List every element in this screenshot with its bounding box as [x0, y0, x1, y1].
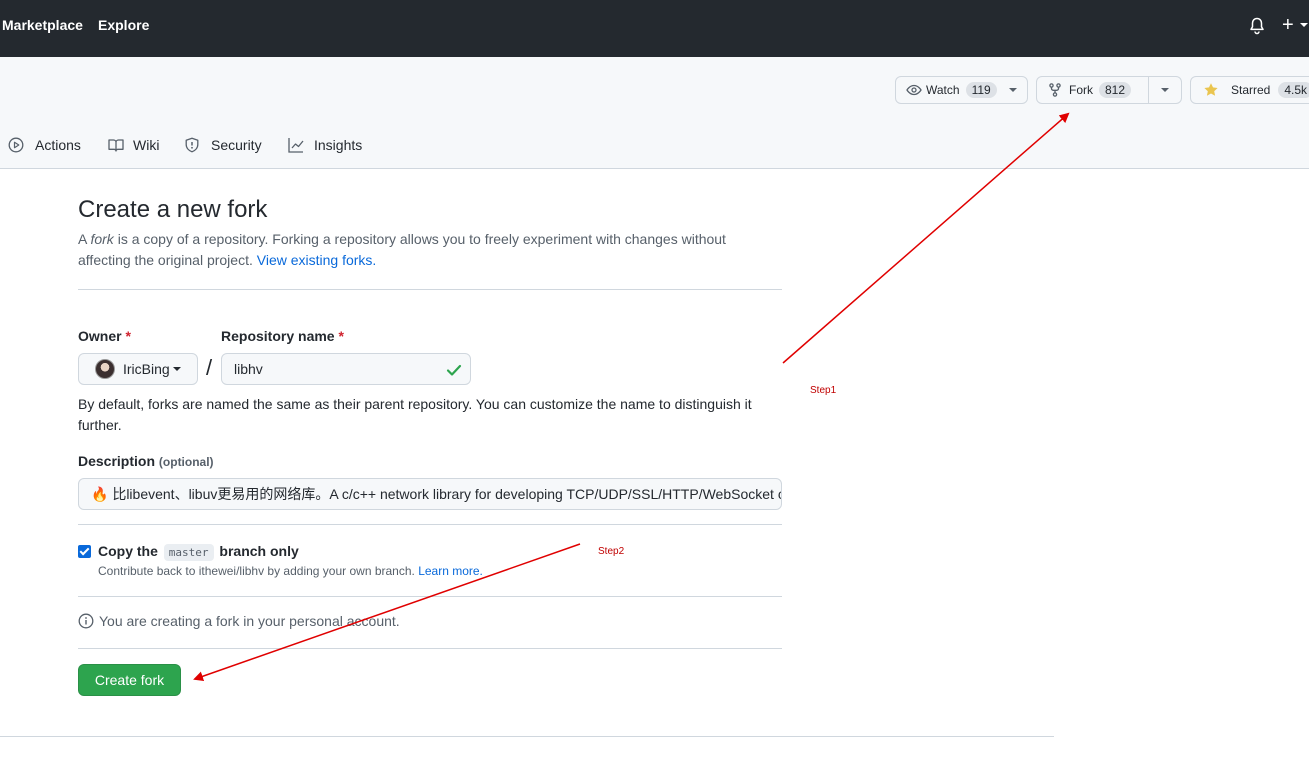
fork-button[interactable]: Fork 812: [1037, 77, 1148, 103]
owner-value: IricBing: [123, 361, 170, 377]
required-mark: *: [338, 328, 344, 344]
chevron-down-icon: [1161, 88, 1169, 92]
view-existing-forks-link[interactable]: View existing forks.: [257, 252, 377, 268]
copy-branch-suffix: branch only: [219, 543, 299, 559]
repository-name-value: libhv: [234, 361, 263, 377]
learn-more-link[interactable]: Learn more.: [418, 564, 483, 578]
chevron-down-icon: [172, 367, 181, 371]
owner-label-text: Owner: [78, 328, 122, 344]
divider: [78, 289, 782, 290]
repo-name-label: Repository name *: [221, 328, 344, 344]
watch-label: Watch: [926, 83, 960, 97]
create-fork-button[interactable]: Create fork: [78, 664, 181, 696]
owner-repo-separator: /: [206, 355, 213, 380]
starred-label: Starred: [1231, 83, 1271, 97]
divider: [78, 524, 782, 525]
lead-emphasis: fork: [90, 231, 114, 247]
copy-branch-note-text: Contribute back to ithewei/libhv by addi…: [98, 564, 419, 578]
nav-explore[interactable]: Explore: [98, 17, 149, 33]
info-message: You are creating a fork in your personal…: [78, 613, 400, 629]
fork-count: 812: [1099, 82, 1132, 98]
copy-branch-label[interactable]: Copy the master branch only: [98, 543, 299, 561]
fork-button-group[interactable]: Fork 812: [1036, 76, 1182, 104]
starred-button[interactable]: Starred 4.5k: [1191, 77, 1309, 103]
chevron-down-icon[interactable]: [1008, 88, 1017, 92]
shield-icon: [185, 137, 199, 153]
info-icon: [78, 613, 94, 629]
avatar: [95, 359, 115, 379]
page-title: Create a new fork: [78, 196, 268, 223]
copy-branch-checkbox[interactable]: [78, 545, 91, 558]
required-mark: *: [125, 328, 131, 344]
tab-label: Insights: [314, 137, 363, 153]
repo-name-label-text: Repository name: [221, 328, 335, 344]
tab-label: Wiki: [133, 137, 160, 153]
page-description: A fork is a copy of a repository. Forkin…: [78, 229, 778, 271]
copy-branch-prefix: Copy the: [98, 543, 158, 559]
description-value: 🔥 比libevent、libuv更易用的网络库。A c/c++ network…: [91, 486, 782, 502]
star-button-group[interactable]: Starred 4.5k: [1190, 76, 1309, 104]
tab-insights[interactable]: Insights: [288, 135, 362, 155]
lead-text: is a copy of a repository. Forking a rep…: [78, 231, 726, 268]
step2-annotation: Step2: [598, 546, 625, 557]
owner-select[interactable]: IricBing: [78, 353, 198, 385]
tab-security[interactable]: Security: [184, 135, 262, 155]
plus-icon[interactable]: +: [1282, 14, 1294, 37]
description-label-text: Description: [78, 453, 156, 469]
copy-branch-note: Contribute back to ithewei/libhv by addi…: [98, 564, 483, 578]
owner-label: Owner *: [78, 328, 131, 344]
divider: [78, 648, 782, 649]
description-label: Description (optional): [78, 453, 214, 469]
description-input[interactable]: 🔥 比libevent、libuv更易用的网络库。A c/c++ network…: [78, 478, 782, 510]
repo-forked-icon: [1049, 83, 1061, 97]
step1-annotation: Step1: [810, 385, 837, 396]
footer-divider: [0, 736, 1054, 737]
repo-header: Watch 119 Fork 812 Starred 4.5k Actions …: [0, 57, 1309, 169]
nav-marketplace[interactable]: Marketplace: [2, 17, 83, 33]
fork-label: Fork: [1069, 83, 1093, 97]
eye-icon: [906, 84, 922, 96]
watch-count: 119: [965, 82, 997, 98]
star-count: 4.5k: [1278, 82, 1309, 98]
star-icon: [1204, 83, 1218, 96]
tab-wiki[interactable]: Wiki: [108, 135, 159, 155]
repository-name-input[interactable]: libhv: [221, 353, 471, 385]
check-icon: [446, 364, 462, 376]
bell-icon[interactable]: [1249, 17, 1265, 40]
branch-name-code: master: [163, 544, 214, 561]
book-icon: [108, 139, 124, 152]
fork-dropdown[interactable]: [1149, 77, 1181, 103]
watch-button-group[interactable]: Watch 119: [895, 76, 1028, 104]
watch-button[interactable]: Watch 119: [896, 77, 1007, 103]
global-header: Marketplace Explore +: [0, 0, 1309, 57]
repo-name-note: By default, forks are named the same as …: [78, 396, 752, 433]
tab-label: Actions: [35, 137, 81, 153]
plus-caret-icon[interactable]: [1300, 23, 1308, 27]
optional-tag: (optional): [158, 455, 214, 469]
tab-actions[interactable]: Actions: [8, 135, 81, 155]
play-icon: [8, 137, 24, 153]
lead-prefix: A: [78, 231, 91, 247]
graph-icon: [288, 138, 304, 153]
divider: [78, 596, 782, 597]
tab-label: Security: [211, 137, 262, 153]
info-text: You are creating a fork in your personal…: [99, 613, 400, 629]
